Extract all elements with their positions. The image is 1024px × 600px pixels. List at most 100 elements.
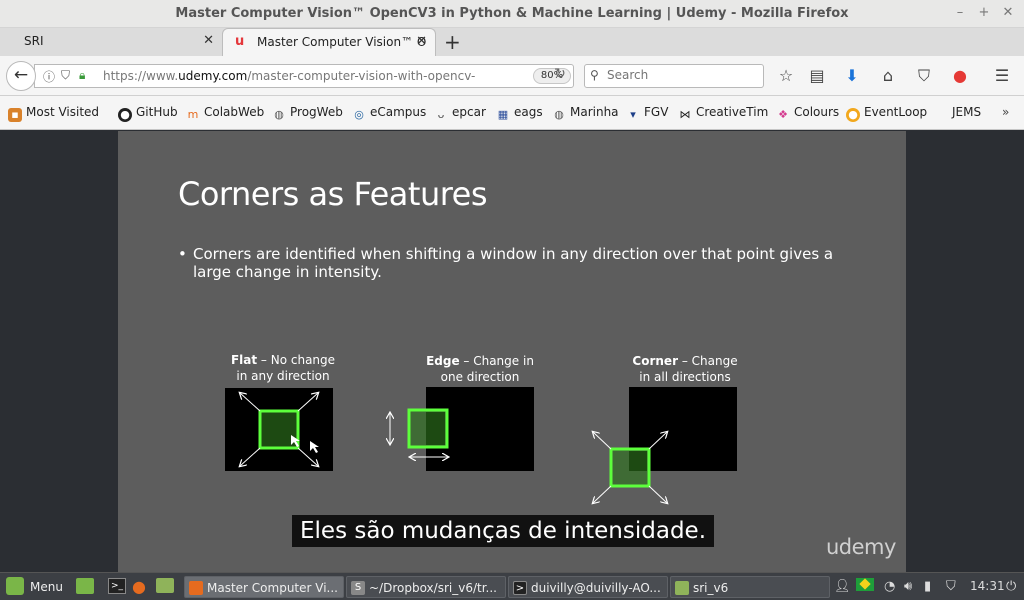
fgv-icon: ▾ (630, 108, 636, 121)
window-titlebar: Master Computer Vision™ OpenCV3 in Pytho… (0, 0, 1024, 28)
tab-bar: SRI ✕ u Master Computer Vision™ O ✕ + (0, 28, 1024, 56)
tab-sri[interactable]: SRI ✕ (0, 28, 222, 56)
colorzilla-icon[interactable]: ● (950, 66, 970, 85)
url-bar[interactable]: ⓘ ⛉ 🔒︎ https://www.udemy.com/master-comp… (34, 64, 574, 88)
terminal-icon[interactable]: >_ (108, 578, 126, 594)
bookmark-label: CreativeTim (696, 105, 769, 119)
bookmark-epcar[interactable]: ᴗ epcar (434, 105, 486, 122)
shield-icon[interactable]: ⛉ (61, 68, 70, 83)
folder-icon: ▪ (8, 108, 22, 122)
clock[interactable]: 14:31 (970, 579, 1005, 593)
eags-icon: ▦ (497, 108, 509, 121)
new-tab-icon[interactable]: + (444, 30, 461, 54)
udemy-logo: udemy (826, 535, 896, 559)
hamburger-menu-icon[interactable]: ☰ (992, 66, 1012, 85)
corner-diagram (593, 387, 737, 503)
bookmark-star-icon[interactable]: ☆ (776, 66, 796, 85)
keyboard-layout-flag-icon[interactable] (856, 578, 874, 591)
globe-icon: ◍ (554, 108, 564, 121)
colabweb-icon: m (187, 108, 199, 121)
wifi-icon[interactable]: ◔ (884, 579, 895, 594)
power-icon[interactable]: ⏻ (1006, 579, 1016, 594)
firefox-icon[interactable]: ● (132, 577, 146, 596)
info-icon[interactable]: ⓘ (43, 68, 55, 85)
taskbar-window-firefox[interactable]: Master Computer Vi... (184, 576, 344, 598)
flat-diagram (225, 388, 333, 471)
bookmark-creativetim[interactable]: ⋈ CreativeTim (678, 105, 769, 122)
bookmark-most-visited[interactable]: ▪ Most Visited (8, 105, 99, 122)
bookmark-fgv[interactable]: ▾ FGV (626, 105, 668, 122)
start-menu-button[interactable]: Menu (6, 576, 63, 598)
reload-icon[interactable]: ↻ (550, 66, 570, 82)
files-icon[interactable] (156, 578, 174, 593)
edge-diagram (390, 387, 534, 471)
bookmark-label: ProgWeb (290, 105, 343, 119)
close-tab-icon[interactable]: ✕ (203, 33, 214, 48)
minimize-button[interactable]: – (952, 4, 968, 22)
bookmark-marinha[interactable]: ◍ Marinha (552, 105, 619, 122)
download-icon[interactable]: ⬇ (842, 66, 862, 85)
firefox-icon (189, 581, 203, 595)
bookmark-jems[interactable]: JEMS (952, 105, 981, 119)
bookmark-label: ColabWeb (204, 105, 265, 119)
bookmark-label: epcar (452, 105, 486, 119)
globe-icon: ◍ (274, 108, 284, 121)
taskbar-window-terminal[interactable]: > duivilly@duivilly-AO... (508, 576, 668, 598)
volume-icon[interactable]: 🔊︎ (904, 579, 912, 594)
taskbar-window-label: sri_v6 (693, 581, 729, 595)
mint-logo-icon (6, 577, 24, 595)
page-content: Corners as Features Corners are identifi… (0, 131, 1024, 572)
bookmarks-toolbar: ▪ Most Visited ● GitHub m ColabWeb ◍ ProgWeb… (0, 96, 1024, 130)
tab-label: Master Computer Vision™ O (257, 35, 427, 49)
bookmark-label: Most Visited (26, 105, 100, 119)
taskbar: Menu >_ ● Master Computer Vi... S ~/Dropb… (0, 572, 1024, 600)
ecampus-icon: ◎ (354, 108, 364, 121)
bookmark-label: Marinha (570, 105, 619, 119)
bookmarks-overflow-icon[interactable]: » (1002, 105, 1009, 119)
eventloop-icon: ● (846, 108, 860, 122)
taskbar-window-sublime[interactable]: S ~/Dropbox/sri_v6/tr... (346, 576, 506, 598)
back-button[interactable]: ← (6, 61, 36, 91)
reading-list-icon[interactable]: ▤ (807, 66, 827, 85)
bookmark-eags[interactable]: ▦ eags (496, 105, 543, 122)
search-input[interactable] (607, 68, 757, 82)
bookmark-label: eags (514, 105, 543, 119)
user-icon[interactable]: 👤︎ (834, 579, 851, 594)
bookmark-progweb[interactable]: ◍ ProgWeb (272, 105, 343, 122)
folder-icon (675, 581, 689, 595)
udemy-favicon-icon: u (235, 34, 245, 49)
bookmark-colabweb[interactable]: m ColabWeb (186, 105, 265, 122)
bookmark-colours[interactable]: ❖ Colours (776, 105, 839, 122)
bookmark-label: eCampus (370, 105, 427, 119)
window-title: Master Computer Vision™ OpenCV3 in Pytho… (175, 6, 849, 21)
url-domain: udemy.com (178, 69, 248, 83)
close-tab-icon[interactable]: ✕ (416, 34, 427, 49)
bookmark-github[interactable]: ● GitHub (118, 105, 178, 122)
update-shield-icon[interactable]: ⛉ (946, 579, 956, 594)
close-window-button[interactable]: ✕ (1000, 4, 1016, 22)
search-bar[interactable]: ⚲ (584, 64, 764, 88)
maximize-button[interactable]: + (976, 4, 992, 22)
bookmark-label: EventLoop (864, 105, 928, 119)
show-desktop-icon[interactable] (76, 578, 94, 594)
window-controls: – + ✕ (952, 4, 1016, 22)
bookmark-label: JEMS (952, 105, 982, 119)
creativetim-icon: ⋈ (679, 108, 691, 121)
lock-icon[interactable]: 🔒︎ (79, 68, 85, 83)
tab-master-computer-vision[interactable]: u Master Computer Vision™ O ✕ (222, 28, 436, 56)
home-icon[interactable]: ⌂ (878, 66, 898, 85)
bookmark-label: GitHub (136, 105, 178, 119)
pocket-icon[interactable]: ⛉ (914, 66, 934, 86)
battery-icon[interactable]: ▮ (924, 579, 931, 594)
search-icon: ⚲ (590, 68, 599, 82)
url-text[interactable]: https://www.udemy.com/master-computer-vi… (103, 69, 475, 83)
video-subtitle: Eles são mudanças de intensidade. (292, 515, 715, 547)
url-path: /master-computer-vision-with-opencv-in-p (247, 69, 475, 83)
corner-diagrams (225, 387, 737, 572)
taskbar-window-files[interactable]: sri_v6 (670, 576, 830, 598)
colours-icon: ❖ (778, 108, 788, 121)
bookmark-ecampus[interactable]: ◎ eCampus (352, 105, 426, 122)
bookmark-eventloop[interactable]: ● EventLoop (846, 105, 927, 122)
bookmark-label: Colours (794, 105, 840, 119)
video-player[interactable]: Corners as Features Corners are identifi… (118, 131, 906, 572)
